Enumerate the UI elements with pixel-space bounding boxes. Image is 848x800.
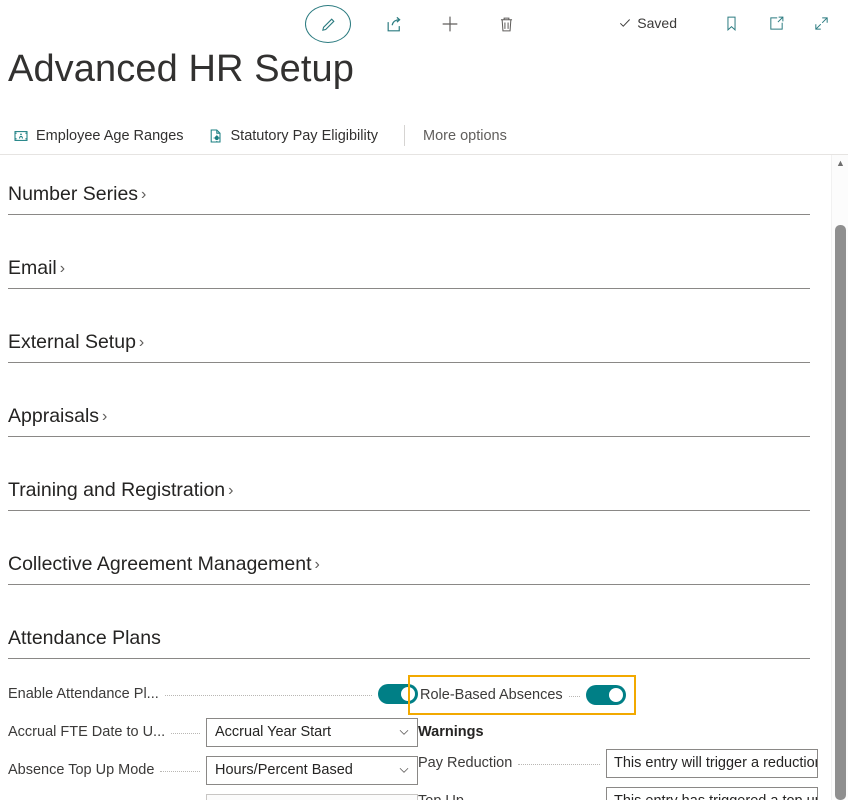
action-label: Employee Age Ranges	[36, 128, 184, 144]
chevron-down-icon	[397, 725, 411, 739]
page-content-inner: Number Series › Email › External Setup ›	[0, 183, 848, 800]
group-number-series: Number Series ›	[8, 183, 810, 215]
field-top-up-credit-unit-of-measure: Top Up Credit Unit of... CREDIT	[8, 789, 418, 800]
field-label: Absence Top Up Mode	[8, 762, 154, 778]
trash-icon[interactable]	[493, 11, 519, 37]
group-rule	[8, 288, 810, 289]
select-value: Accrual Year Start	[215, 724, 331, 740]
action-employee-age-ranges[interactable]: Employee Age Ranges	[13, 124, 192, 148]
field-absence-top-up-mode: Absence Top Up Mode Hours/Percent Based	[8, 751, 418, 789]
group-title: Email	[8, 257, 57, 280]
bookmark-icon[interactable]	[718, 10, 744, 36]
group-header-collective-agreement-management[interactable]: Collective Agreement Management ›	[8, 553, 320, 576]
leader-dots	[569, 690, 580, 701]
accrual-fte-date-to-use-select[interactable]: Accrual Year Start	[206, 718, 418, 747]
chevron-right-icon: ›	[141, 186, 146, 204]
leader-dots	[160, 765, 200, 776]
group-email: Email ›	[8, 257, 810, 289]
group-header-appraisals[interactable]: Appraisals ›	[8, 405, 107, 428]
group-header-training-and-registration[interactable]: Training and Registration ›	[8, 479, 233, 502]
group-rule	[8, 214, 810, 215]
saved-label: Saved	[637, 15, 677, 31]
group-title: Training and Registration	[8, 479, 225, 502]
role-based-absences-highlight: Role-Based Absences	[408, 675, 636, 715]
field-label: Accrual FTE Date to U...	[8, 724, 165, 740]
age-range-icon	[13, 128, 29, 144]
action-label: Statutory Pay Eligibility	[231, 128, 378, 144]
expand-icon[interactable]	[808, 10, 834, 36]
toggle-knob	[609, 688, 623, 702]
field-label: Top Up	[418, 793, 464, 800]
field-role-based-absences: Role-Based Absences	[420, 681, 626, 709]
role-based-absences-toggle[interactable]	[586, 685, 626, 705]
open-in-new-window-icon[interactable]	[763, 10, 789, 36]
check-icon	[618, 16, 632, 30]
top-command-bar-right-group: Saved	[618, 10, 834, 36]
group-external-setup: External Setup ›	[8, 331, 810, 363]
chevron-right-icon: ›	[60, 260, 65, 278]
select-value: Hours/Percent Based	[215, 762, 353, 778]
field-pay-reduction: Pay Reduction This entry will trigger a …	[418, 744, 818, 782]
leader-dots	[470, 796, 600, 800]
field-accrual-fte-date-to-use: Accrual FTE Date to U... Accrual Year St…	[8, 713, 418, 751]
top-up-input[interactable]: This entry has triggered a top up	[606, 787, 818, 800]
chevron-right-icon: ›	[315, 556, 320, 574]
leader-dots	[171, 727, 200, 738]
field-top-up: Top Up This entry has triggered a top up	[418, 782, 818, 800]
top-up-credit-unit-of-measure-select: CREDIT	[206, 794, 418, 800]
page-title: Advanced HR Setup	[8, 47, 354, 92]
action-bar: Employee Age Ranges Statutory Pay Eligib…	[0, 118, 848, 153]
group-title: Attendance Plans	[8, 627, 161, 650]
group-appraisals: Appraisals ›	[8, 405, 810, 437]
group-rule	[8, 658, 810, 659]
action-bar-divider	[404, 125, 405, 146]
group-training-and-registration: Training and Registration ›	[8, 479, 810, 511]
group-title: Appraisals	[8, 405, 99, 428]
chevron-right-icon: ›	[102, 408, 107, 426]
page-content: Number Series › Email › External Setup ›	[0, 155, 848, 800]
group-header-number-series[interactable]: Number Series ›	[8, 183, 146, 206]
scrollbar-thumb[interactable]	[835, 225, 846, 800]
page-gear-icon	[208, 128, 224, 144]
field-enable-attendance-plans: Enable Attendance Pl...	[8, 675, 418, 713]
group-rule	[8, 362, 810, 363]
group-title: Collective Agreement Management	[8, 553, 312, 576]
scroll-up-arrow-icon[interactable]: ▲	[832, 159, 848, 168]
attendance-plans-left-column: Enable Attendance Pl... Accrual FTE Date…	[8, 675, 418, 800]
plus-icon[interactable]	[437, 11, 463, 37]
chevron-right-icon: ›	[139, 334, 144, 352]
group-rule	[8, 436, 810, 437]
group-title: Number Series	[8, 183, 138, 206]
attendance-plans-right-column: Role-Based Absences Warnings Pay Reducti…	[418, 675, 818, 800]
warnings-subheading: Warnings	[418, 724, 818, 740]
group-attendance-plans: Attendance Plans	[8, 627, 810, 659]
field-label: Role-Based Absences	[420, 687, 563, 703]
leader-dots	[518, 758, 600, 769]
vertical-scrollbar[interactable]: ▲	[831, 155, 848, 800]
pay-reduction-input[interactable]: This entry will trigger a reduction	[606, 749, 818, 778]
field-label: Enable Attendance Pl...	[8, 686, 159, 702]
share-icon[interactable]	[381, 11, 407, 37]
group-rule	[8, 584, 810, 585]
absence-top-up-mode-select[interactable]: Hours/Percent Based	[206, 756, 418, 785]
chevron-right-icon: ›	[228, 482, 233, 500]
status-badge: Saved	[618, 15, 677, 31]
top-command-bar-center-group	[305, 5, 519, 43]
top-command-bar: Saved	[0, 0, 848, 46]
group-collective-agreement-management: Collective Agreement Management ›	[8, 553, 810, 585]
group-header-external-setup[interactable]: External Setup ›	[8, 331, 144, 354]
edit-pencil-icon[interactable]	[305, 5, 351, 43]
action-statutory-pay-eligibility[interactable]: Statutory Pay Eligibility	[208, 124, 386, 148]
attendance-plans-fields: Enable Attendance Pl... Accrual FTE Date…	[8, 675, 848, 800]
field-label: Pay Reduction	[418, 755, 512, 771]
leader-dots	[165, 689, 372, 700]
group-title: External Setup	[8, 331, 136, 354]
group-header-attendance-plans: Attendance Plans	[8, 627, 161, 650]
chevron-down-icon	[397, 763, 411, 777]
group-rule	[8, 510, 810, 511]
group-header-email[interactable]: Email ›	[8, 257, 65, 280]
more-options-button[interactable]: More options	[423, 128, 507, 144]
